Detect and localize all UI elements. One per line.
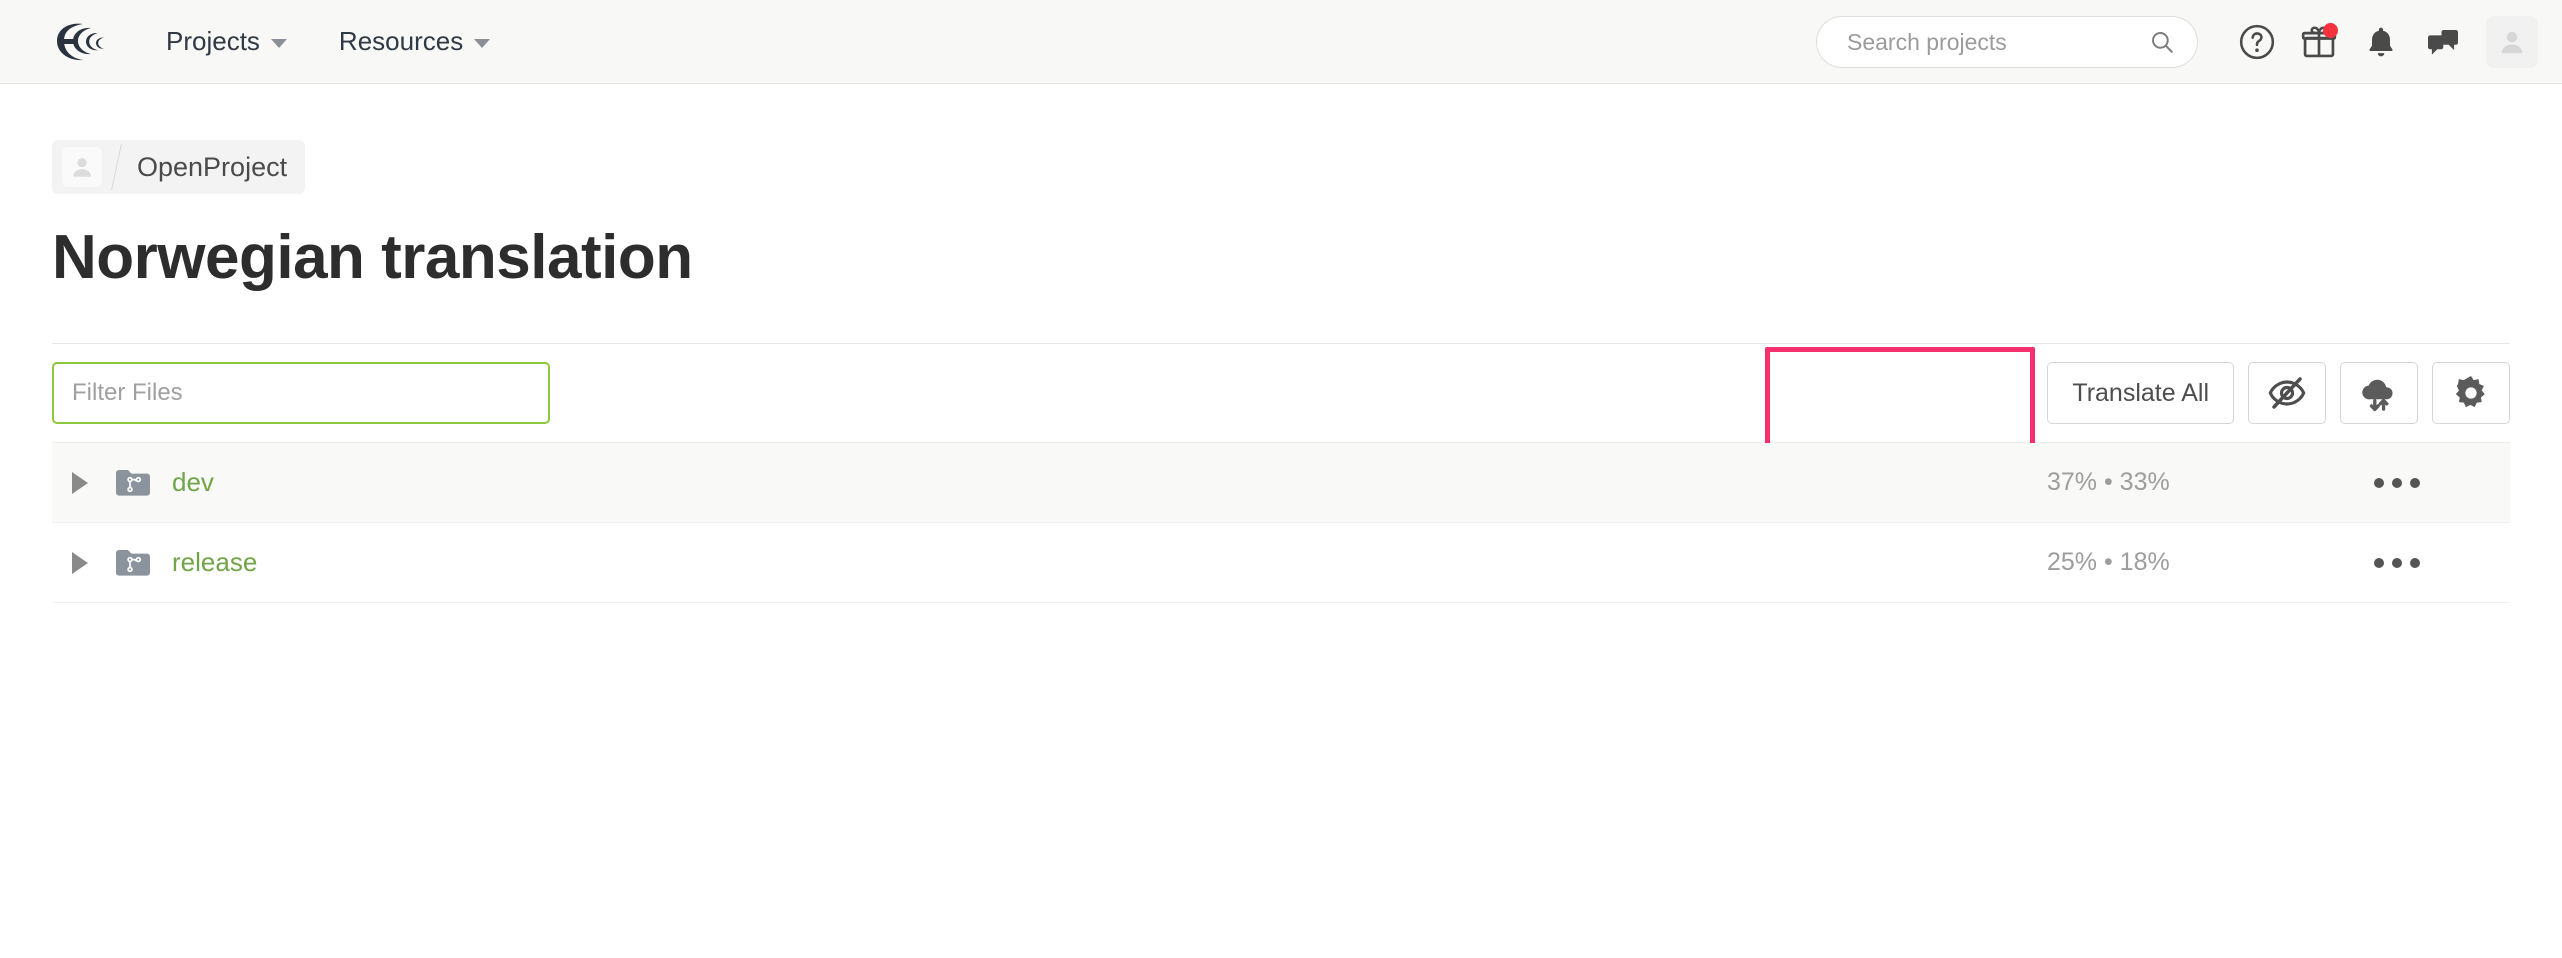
breadcrumb[interactable]: OpenProject <box>52 140 306 194</box>
triangle-right-icon <box>72 471 88 494</box>
ellipsis-icon <box>2374 477 2420 488</box>
chevron-down-icon <box>474 39 491 48</box>
filter-files-input[interactable] <box>52 362 550 424</box>
gear-icon <box>2455 376 2485 408</box>
table-row[interactable]: dev 37% • 33% <box>52 443 2510 523</box>
nav-item-resources-label: Resources <box>338 26 464 56</box>
progress-stats: 37% • 33% <box>2047 468 2170 496</box>
crowdin-logo-icon[interactable] <box>52 17 110 67</box>
chevron-down-icon <box>270 39 287 48</box>
ellipsis-icon <box>2374 557 2420 568</box>
nav-menu: Projects Resources <box>164 20 492 63</box>
progress-bar <box>1535 548 2005 578</box>
cloud-sync-icon <box>2362 379 2393 412</box>
file-list: dev 37% • 33% release 25% • 18% <box>52 442 2510 603</box>
sync-button[interactable] <box>2340 362 2418 424</box>
files-toolbar: Translate All <box>52 344 2510 457</box>
nav-item-resources[interactable]: Resources <box>337 20 492 63</box>
nav-item-projects-label: Projects <box>166 26 260 56</box>
triangle-right-icon <box>72 551 88 574</box>
user-avatar-icon <box>2501 31 2523 54</box>
page-title: Norwegian translation <box>52 223 693 292</box>
user-avatar-icon <box>73 158 91 177</box>
folder-branch-icon <box>114 467 152 499</box>
settings-button[interactable] <box>2432 362 2510 424</box>
page-body: OpenProject Norwegian translation Transl… <box>0 84 2562 603</box>
breadcrumb-separator <box>111 144 122 190</box>
progress-stats: 25% • 18% <box>2047 548 2170 576</box>
toolbar-actions: Translate All <box>2047 362 2510 424</box>
table-row[interactable]: release 25% • 18% <box>52 523 2510 603</box>
expand-toggle[interactable] <box>52 551 108 574</box>
eye-off-icon <box>2268 377 2306 409</box>
gift-badge <box>2323 23 2338 38</box>
search-projects-box[interactable] <box>1816 16 2198 68</box>
row-menu-button[interactable] <box>2362 533 2432 593</box>
row-menu-button[interactable] <box>2362 453 2432 513</box>
bell-icon[interactable] <box>2350 11 2412 73</box>
search-icon <box>2152 32 2173 53</box>
file-name-link[interactable]: dev <box>172 467 214 498</box>
search-input[interactable] <box>1845 27 2149 57</box>
translate-all-button[interactable]: Translate All <box>2047 362 2234 424</box>
gift-icon[interactable] <box>2288 11 2350 73</box>
folder-branch-icon <box>114 547 152 579</box>
navbar-actions <box>1816 0 2538 84</box>
expand-toggle[interactable] <box>52 471 108 494</box>
user-avatar-button[interactable] <box>2486 16 2538 68</box>
breadcrumb-project-name: OpenProject <box>137 151 288 182</box>
progress-bar <box>1535 468 2005 498</box>
translate-all-highlight <box>1765 347 2035 457</box>
help-icon[interactable] <box>2226 11 2288 73</box>
hide-strings-button[interactable] <box>2248 362 2326 424</box>
nav-item-projects[interactable]: Projects <box>164 20 289 63</box>
file-name-link[interactable]: release <box>172 547 257 578</box>
messages-icon[interactable] <box>2412 11 2474 73</box>
breadcrumb-avatar <box>62 147 102 187</box>
top-navbar: Projects Resources <box>0 0 2562 84</box>
